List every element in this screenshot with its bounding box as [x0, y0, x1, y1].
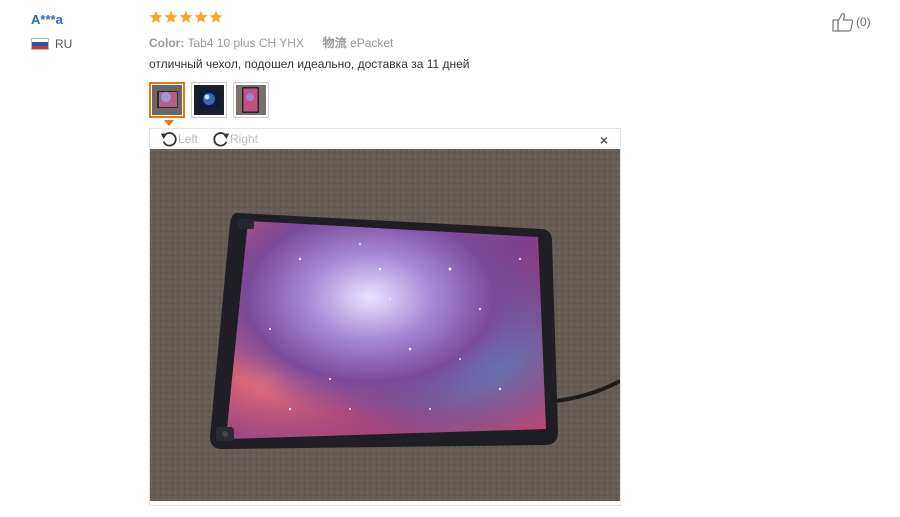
thumbnail-image: [236, 85, 266, 115]
color-value: Tab4 10 plus CH YHX: [187, 36, 304, 50]
rotate-right-label: Right: [230, 132, 259, 146]
review-meta: Color: Tab4 10 plus CH YHX 物流 ePacket: [149, 34, 393, 51]
thumbnail-image: [194, 85, 224, 115]
star-icon: [194, 10, 208, 23]
viewer-toolbar: Left Right ×: [150, 129, 620, 149]
rotate-left-button[interactable]: Left: [160, 130, 198, 148]
tablet-galaxy-case-photo: [150, 149, 620, 501]
review-thumbnail[interactable]: [191, 82, 227, 118]
shipping-value: ePacket: [350, 36, 394, 50]
review-photo: [150, 149, 620, 501]
star-icon: [164, 10, 178, 23]
star-icon: [179, 10, 193, 23]
review-thumbnail[interactable]: [233, 82, 269, 118]
star-icon: [209, 10, 223, 23]
rotate-right-button[interactable]: Right: [212, 130, 258, 148]
rotate-left-label: Left: [178, 132, 199, 146]
russia-flag-icon: [31, 38, 49, 50]
color-label: Color:: [149, 36, 185, 50]
rotate-left-icon: [160, 132, 177, 147]
reviewer-name[interactable]: A***a: [31, 12, 63, 27]
rotate-right-icon: [213, 132, 230, 147]
country-code: RU: [55, 37, 73, 51]
review-text: отличный чехол, подошел идеально, достав…: [149, 57, 470, 71]
review-thumbnail[interactable]: [149, 82, 185, 126]
helpful-like-button[interactable]: (0): [832, 12, 871, 32]
close-viewer-button[interactable]: ×: [600, 133, 608, 147]
star-icon: [149, 10, 163, 23]
reviewer-country: RU: [31, 37, 72, 51]
review-photo-thumbnails: [149, 82, 269, 126]
thumbs-up-icon: [832, 13, 854, 32]
thumbnail-image: [152, 85, 182, 115]
photo-viewer: Left Right ×: [149, 128, 621, 506]
like-count: (0): [856, 15, 871, 29]
rating-stars: [149, 10, 223, 24]
shipping-label: 物流: [322, 36, 347, 50]
